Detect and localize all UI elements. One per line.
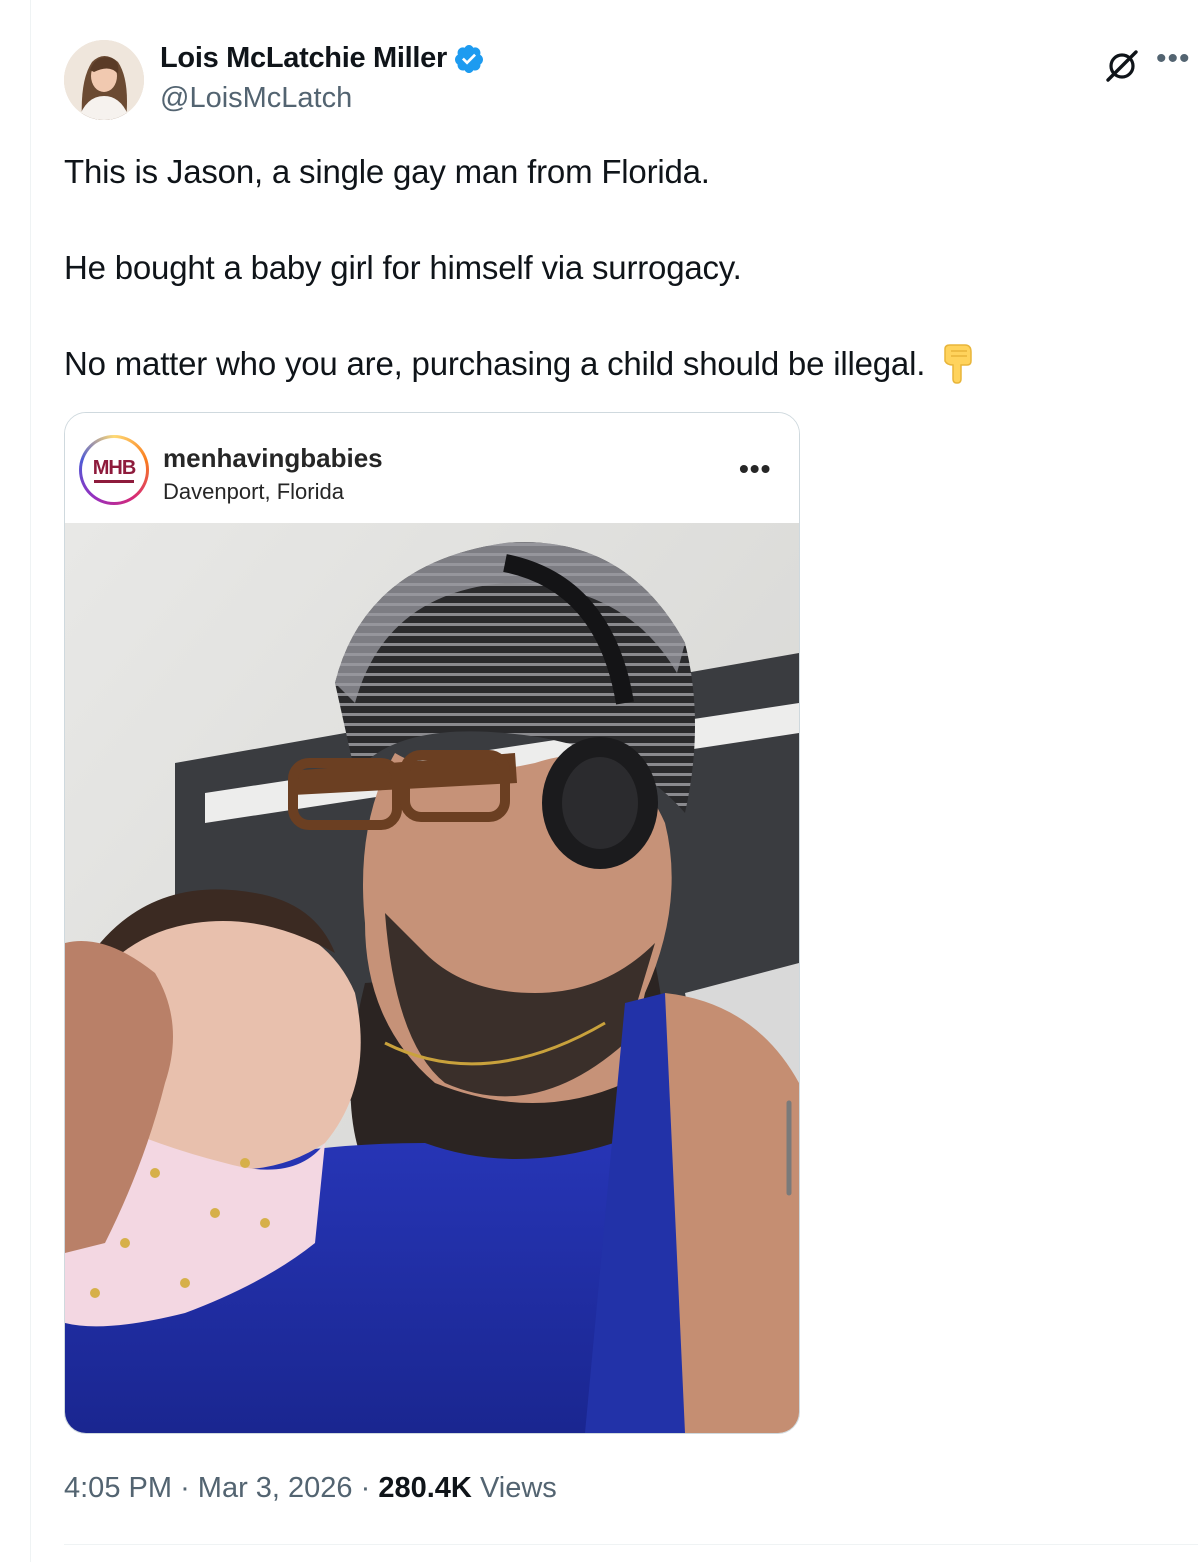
instagram-account-name[interactable]: menhavingbabies bbox=[163, 443, 383, 474]
logo-underline bbox=[94, 479, 134, 483]
tweet-text-line-1: This is Jason, a single gay man from Flo… bbox=[64, 153, 710, 190]
tweet-date[interactable]: Mar 3, 2026 bbox=[198, 1472, 353, 1504]
menhavingbabies-logo: MHB bbox=[82, 438, 146, 502]
backhand-index-pointing-down-icon bbox=[937, 343, 975, 385]
author-name-text[interactable]: Lois McLatchie Miller bbox=[160, 42, 447, 75]
tweet-text-line-2: He bought a baby girl for himself via su… bbox=[64, 249, 742, 286]
verified-badge-icon[interactable] bbox=[453, 43, 485, 75]
author-avatar[interactable] bbox=[64, 40, 144, 120]
tweet-metadata: 4:05 PM · Mar 3, 2026 · 280.4K Views bbox=[64, 1472, 557, 1505]
timeline-left-border bbox=[30, 0, 31, 1562]
embedded-photo[interactable] bbox=[65, 523, 799, 1433]
tweet-text-line-3: No matter who you are, purchasing a chil… bbox=[64, 343, 975, 385]
tweet: Lois McLatchie Miller @LoisMcLatch ••• T… bbox=[64, 0, 1198, 1562]
tweet-divider bbox=[64, 1544, 1198, 1545]
logo-text: MHB bbox=[92, 456, 137, 479]
author-handle[interactable]: @LoisMcLatch bbox=[160, 82, 352, 115]
embedded-instagram-post[interactable]: MHB menhavingbabies Davenport, Florida •… bbox=[64, 412, 800, 1434]
instagram-post-header: MHB menhavingbabies Davenport, Florida •… bbox=[65, 413, 799, 523]
instagram-story-ring[interactable]: MHB bbox=[79, 435, 149, 505]
author-name[interactable]: Lois McLatchie Miller bbox=[160, 42, 485, 75]
grok-icon[interactable] bbox=[1104, 48, 1140, 84]
instagram-more-icon[interactable]: ••• bbox=[739, 453, 771, 485]
views-label[interactable]: Views bbox=[480, 1472, 557, 1504]
meta-separator: · bbox=[180, 1472, 190, 1504]
meta-separator: · bbox=[360, 1472, 371, 1504]
instagram-location[interactable]: Davenport, Florida bbox=[163, 479, 344, 505]
views-count[interactable]: 280.4K bbox=[378, 1472, 472, 1504]
tweet-text-line-3-text: No matter who you are, purchasing a chil… bbox=[64, 345, 926, 382]
more-options-icon[interactable]: ••• bbox=[1156, 44, 1191, 74]
tweet-time[interactable]: 4:05 PM bbox=[64, 1472, 172, 1504]
